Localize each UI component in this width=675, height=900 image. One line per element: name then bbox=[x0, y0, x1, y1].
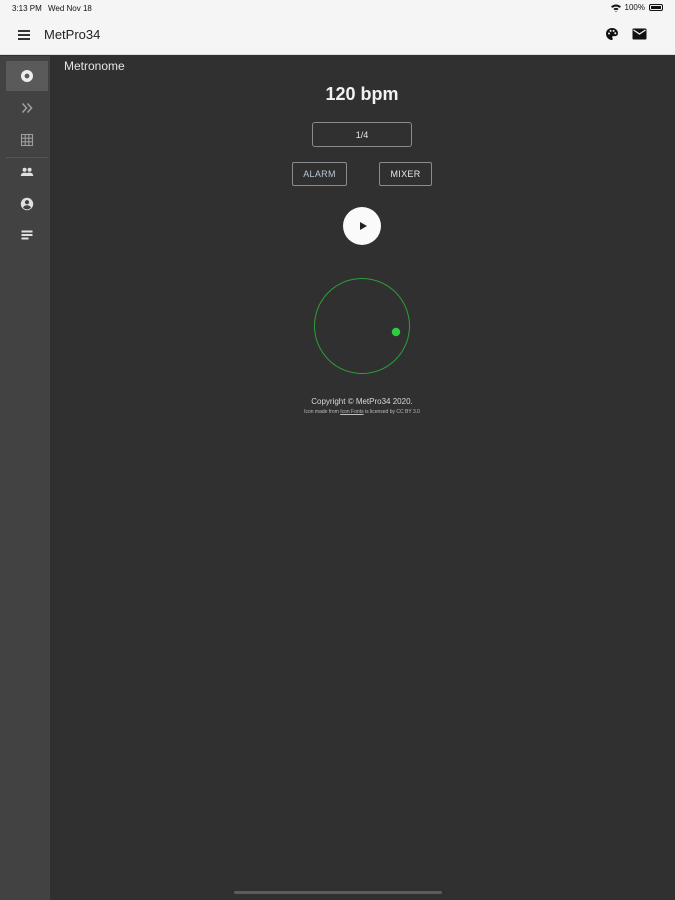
beat-indicator bbox=[314, 278, 410, 374]
status-time: 3:13 PM bbox=[12, 4, 42, 13]
record-icon bbox=[21, 70, 33, 82]
mixer-button[interactable]: MIXER bbox=[379, 162, 432, 186]
sidebar-item-account[interactable] bbox=[6, 189, 48, 219]
palette-icon[interactable] bbox=[605, 27, 619, 41]
sidebar bbox=[0, 56, 50, 900]
mail-icon[interactable] bbox=[632, 28, 647, 40]
sidebar-item-people[interactable] bbox=[6, 157, 48, 187]
battery-icon bbox=[649, 4, 663, 11]
account-circle-icon bbox=[20, 197, 34, 211]
sidebar-item-forward[interactable] bbox=[6, 93, 48, 123]
time-signature-button[interactable]: 1/4 bbox=[312, 122, 412, 147]
sidebar-item-metronome[interactable] bbox=[6, 61, 48, 91]
beat-ring bbox=[314, 278, 410, 374]
sidebar-item-grid[interactable] bbox=[6, 125, 48, 155]
battery-percent: 100% bbox=[624, 3, 645, 12]
app-bar: MetPro34 bbox=[0, 16, 675, 55]
notes-icon bbox=[21, 230, 33, 240]
attribution-prefix: Icon made from bbox=[304, 409, 341, 415]
menu-icon[interactable] bbox=[18, 30, 30, 40]
people-icon bbox=[20, 167, 34, 176]
play-button[interactable] bbox=[343, 207, 381, 245]
play-icon bbox=[359, 222, 367, 230]
attribution-suffix: is licensed by CC BY 3.0 bbox=[363, 409, 420, 415]
home-indicator bbox=[234, 891, 442, 894]
alarm-button[interactable]: ALARM bbox=[292, 162, 347, 186]
attribution-text: Icon made from Icon Fonts is licensed by… bbox=[212, 409, 512, 415]
attribution-link[interactable]: Icon Fonts bbox=[340, 409, 363, 415]
status-bar: 3:13 PM Wed Nov 18 100% bbox=[0, 0, 675, 16]
double-chevron-right-icon bbox=[21, 102, 33, 114]
page-title: Metronome bbox=[64, 59, 125, 73]
copyright-text: Copyright © MetPro34 2020. bbox=[311, 397, 413, 406]
bpm-display[interactable]: 120 bpm bbox=[262, 84, 462, 105]
grid-icon bbox=[20, 133, 34, 147]
wifi-icon bbox=[610, 4, 621, 12]
sidebar-item-notes[interactable] bbox=[6, 220, 48, 250]
status-right: 100% bbox=[610, 3, 663, 12]
beat-dot bbox=[391, 327, 401, 337]
app-title: MetPro34 bbox=[44, 27, 101, 42]
status-date: Wed Nov 18 bbox=[48, 4, 92, 13]
